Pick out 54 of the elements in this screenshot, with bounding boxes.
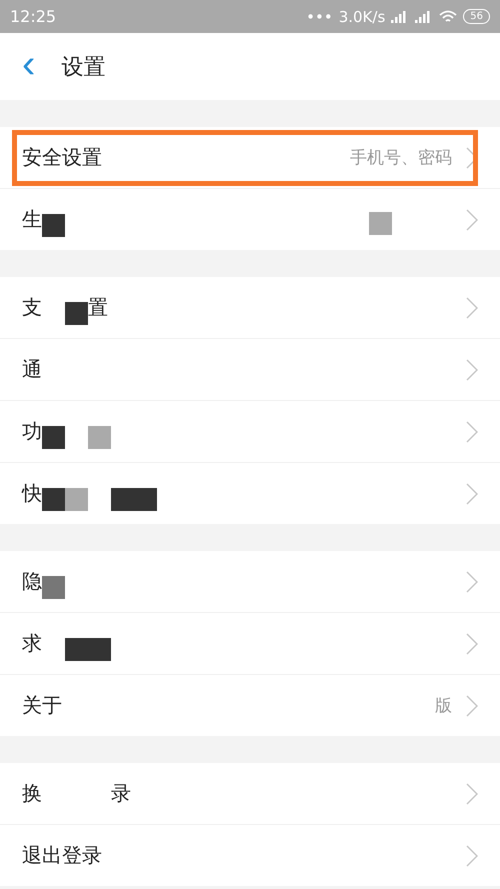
battery-level: 56 bbox=[463, 9, 490, 24]
chevron-icon bbox=[466, 570, 478, 592]
row-label: 安全设置 bbox=[22, 144, 102, 171]
chevron-icon bbox=[466, 694, 478, 716]
row-label: 求 bbox=[22, 630, 42, 657]
chevron-icon bbox=[466, 844, 478, 866]
page-title: 设置 bbox=[61, 54, 106, 82]
settings-row[interactable]: 退出登录 bbox=[0, 824, 500, 886]
redaction-block bbox=[42, 576, 65, 599]
row-label: 支 bbox=[22, 294, 42, 321]
redaction-block bbox=[111, 488, 134, 511]
status-time: 12:25 bbox=[10, 7, 58, 26]
wifi-icon bbox=[439, 10, 458, 24]
chevron-icon bbox=[466, 782, 478, 804]
redaction-block bbox=[42, 426, 65, 449]
back-button[interactable]: ‹ bbox=[22, 44, 36, 84]
settings-row[interactable]: 换 录 bbox=[0, 763, 500, 824]
chevron-icon bbox=[466, 358, 478, 380]
redaction-block bbox=[65, 638, 88, 661]
row-label: 录 bbox=[111, 780, 131, 807]
redaction-block bbox=[65, 302, 88, 325]
redaction-block bbox=[88, 426, 111, 449]
settings-row[interactable]: 通 bbox=[0, 338, 500, 400]
chevron-icon bbox=[466, 208, 478, 230]
network-speed: 3.0K/s bbox=[338, 8, 386, 26]
row-label: 退出登录 bbox=[22, 842, 102, 869]
chevron-icon bbox=[466, 482, 478, 504]
row-label: 置 bbox=[88, 294, 108, 321]
status-dots: ••• bbox=[306, 8, 333, 26]
redaction-block bbox=[134, 488, 157, 511]
settings-row[interactable]: 安全设置 手机号、密码 bbox=[0, 127, 500, 188]
redaction-block bbox=[42, 214, 65, 237]
row-label: 通 bbox=[22, 356, 42, 383]
chevron-icon bbox=[466, 296, 478, 318]
row-label: 功 bbox=[22, 418, 42, 445]
row-label: 换 bbox=[22, 780, 42, 807]
settings-row[interactable]: 快 bbox=[0, 462, 500, 524]
settings-row[interactable]: 关于 版 bbox=[0, 674, 500, 736]
row-label: 生 bbox=[22, 206, 42, 233]
row-label: 关于 bbox=[22, 692, 62, 719]
row-value: 手机号、密码 bbox=[350, 147, 452, 169]
settings-row[interactable]: 支 置 bbox=[0, 277, 500, 338]
redaction-block bbox=[88, 638, 111, 661]
redaction-block bbox=[42, 488, 65, 511]
chevron-icon bbox=[466, 420, 478, 442]
settings-row[interactable]: 求 bbox=[0, 612, 500, 674]
settings-row[interactable]: 生 bbox=[0, 188, 500, 250]
row-label: 隐 bbox=[22, 568, 42, 595]
row-value: 版 bbox=[435, 695, 452, 717]
settings-row[interactable]: 功 bbox=[0, 400, 500, 462]
settings-row[interactable]: 隐 bbox=[0, 551, 500, 612]
row-label: 快 bbox=[22, 480, 42, 507]
redaction-block bbox=[65, 488, 88, 511]
chevron-icon bbox=[466, 632, 478, 654]
